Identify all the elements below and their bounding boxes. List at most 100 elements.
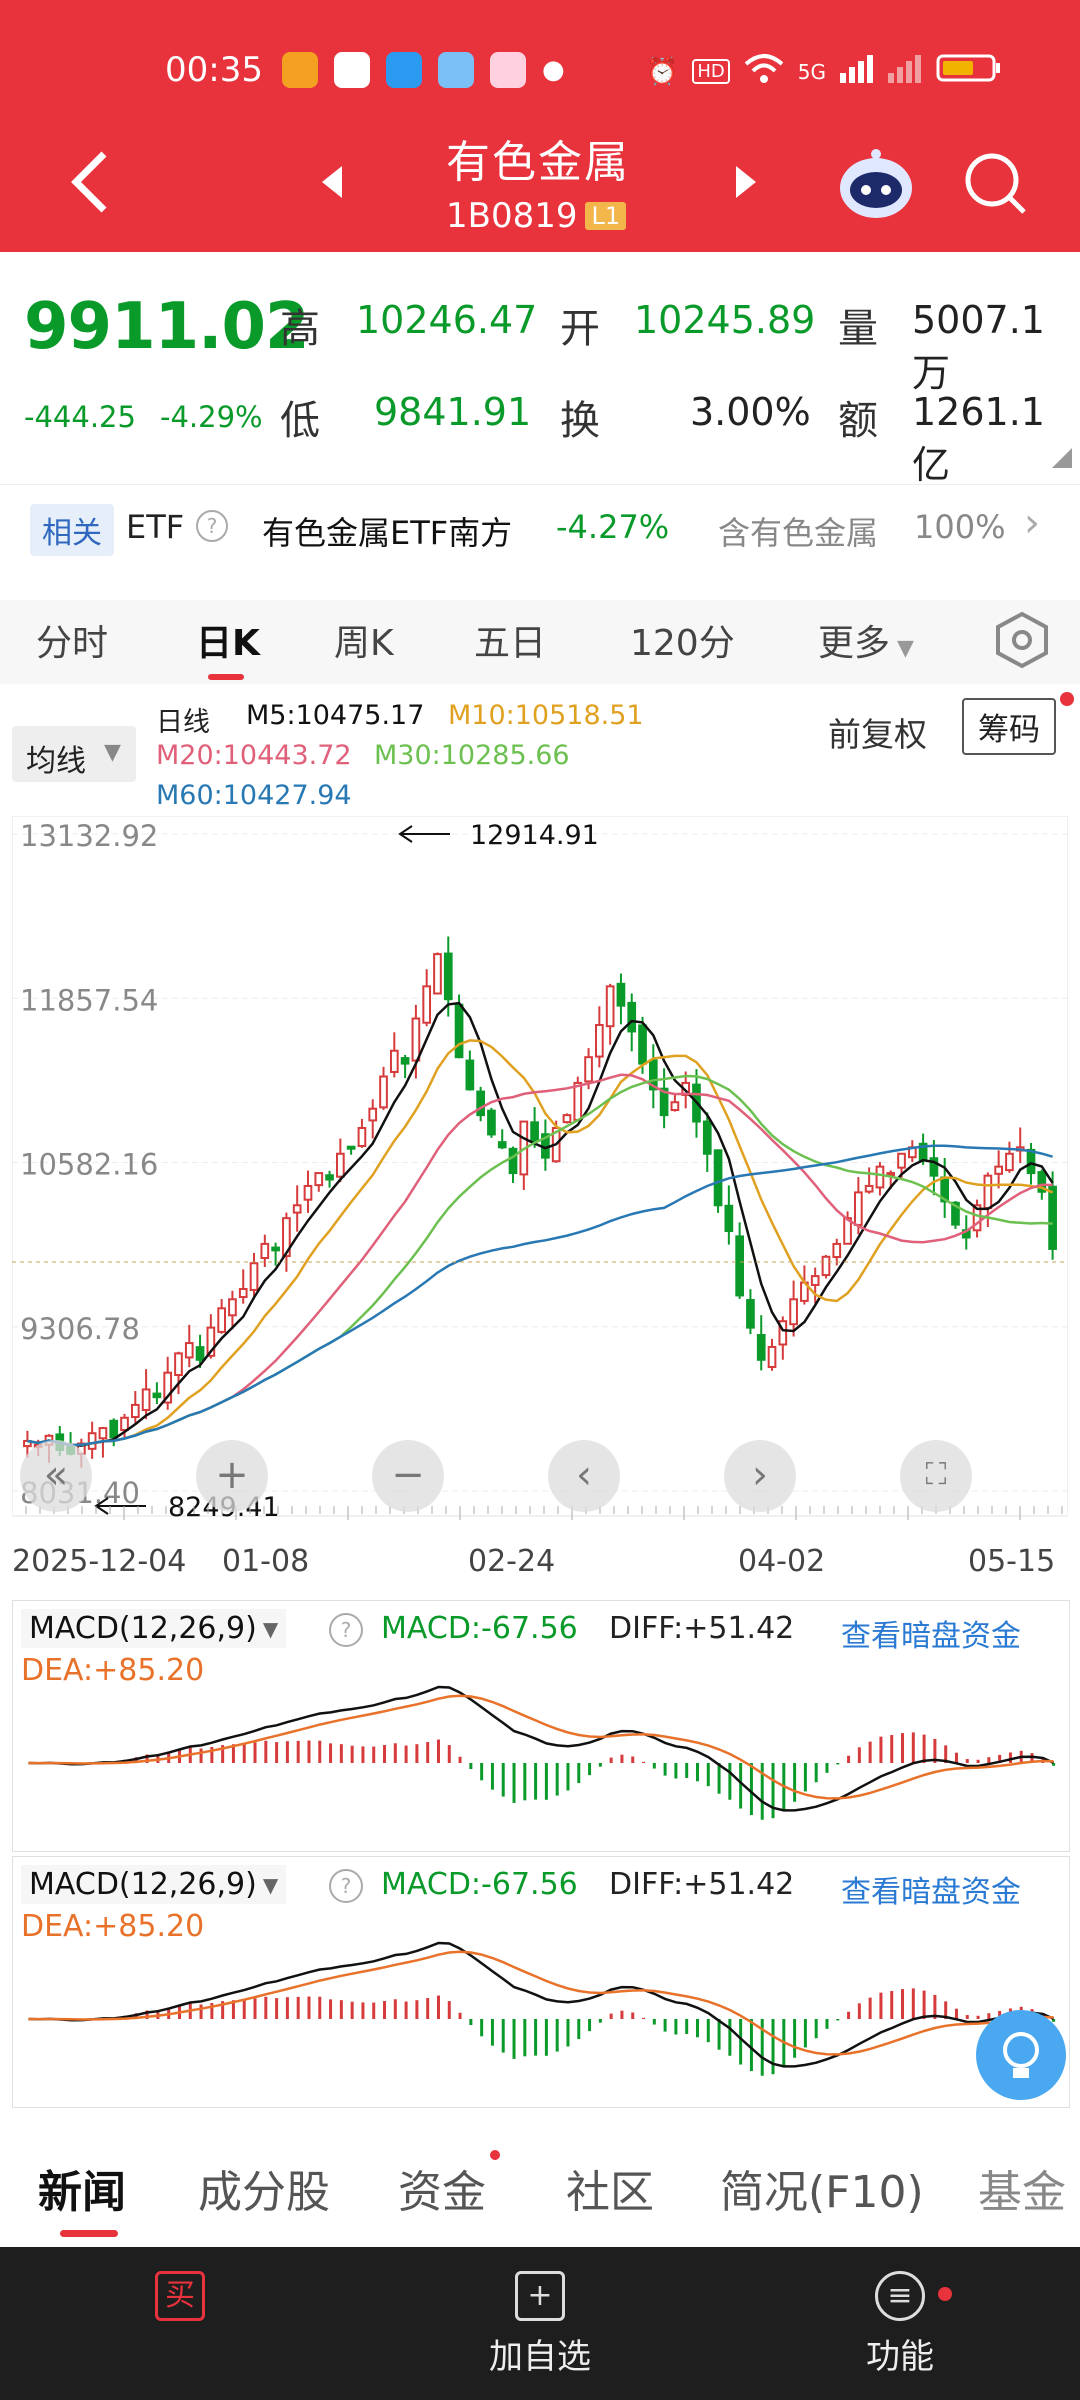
etf-type: ETF [126,508,185,546]
turnover-value: 3.00% [690,390,811,434]
help-icon[interactable]: ? [329,1613,363,1647]
game-app-icon [490,52,526,88]
candle-down [152,1392,162,1399]
candle-up [303,1184,313,1201]
next-stock-button[interactable] [732,164,760,204]
settings-hexagon-icon[interactable] [994,610,1050,674]
candle-up [789,1298,798,1326]
info-tabs: 新闻 成分股 资金 社区 简况(F10) 基金 [0,2120,1080,2240]
candle-up [994,1165,1003,1175]
macd-chart-2 [28,1941,1056,2076]
buy-button[interactable]: 买 [0,2247,360,2400]
candle-down [616,982,626,1007]
macd-value: MACD:-67.56 [381,1867,578,1902]
tab-funds-flow[interactable]: 资金 [398,2156,486,2220]
x-label-3: 02-24 [468,1544,556,1579]
candle-up [120,1416,129,1432]
candle-down [627,1001,637,1033]
help-icon[interactable]: ? [196,510,228,542]
prev-stock-button[interactable] [318,164,346,204]
search-icon[interactable] [960,148,1030,222]
candle-down [638,1024,647,1065]
tab-daily-k[interactable]: 日K [196,614,260,666]
candle-up [832,1242,842,1259]
add-watchlist-button[interactable]: + 加自选 [360,2247,720,2400]
tab-f10-profile[interactable]: 简况(F10) [720,2156,924,2220]
price-change-pct: -4.29% [160,400,263,434]
candle-up [98,1427,108,1440]
stock-code-row: 1B0819 L1 [446,196,627,236]
x-label-end: 05-15 [968,1544,1056,1579]
y-tick-label: 13132.92 [20,819,158,853]
y-tick-label: 9306.78 [20,1312,140,1346]
signal2-icon [888,53,922,90]
candle-down [465,1059,475,1091]
chips-button[interactable]: 筹码 [962,698,1056,755]
expand-corner-icon[interactable] [1052,448,1072,472]
scroll-left-button[interactable]: ‹ [548,1440,620,1512]
function-label: 功能 [866,2337,934,2377]
amount-value: 1261.1亿 [912,390,1045,487]
macd-panel-1[interactable]: MACD(12,26,9) ▼ ? MACD:-67.56 DIFF:+51.4… [12,1600,1070,1852]
candle-up [767,1345,777,1369]
candle-up [260,1242,270,1260]
candle-up [249,1262,259,1291]
current-price: 9911.02 [24,290,309,364]
ma10-value: M10:10518.51 [448,700,644,731]
macd-panel-2[interactable]: MACD(12,26,9) ▼ ? MACD:-67.56 DIFF:+51.4… [12,1856,1070,2108]
signal-icon [840,53,874,90]
tab-120min[interactable]: 120分 [630,614,735,666]
stock-code: 1B0819 [446,196,578,236]
wifi-icon [744,52,784,91]
collapse-left-button[interactable]: « [20,1440,92,1512]
dark-pool-link[interactable]: 查看暗盘资金 [841,1611,1021,1655]
back-button[interactable] [70,150,110,218]
candle-up [821,1255,831,1277]
zoom-in-button[interactable]: + [196,1440,268,1512]
candle-down [756,1334,766,1361]
tab-five-day[interactable]: 五日 [474,614,546,666]
tab-community[interactable]: 社区 [566,2156,654,2220]
x-label-start: 2025-12-04 [12,1544,187,1579]
dropdown-arrow-icon: ▼ [262,1616,279,1641]
system-icons: ⏰ HD 5G [646,52,1002,91]
dark-pool-link[interactable]: 查看暗盘资金 [841,1867,1021,1911]
macd-histogram [37,1988,1056,2076]
tab-fund[interactable]: 基金 [978,2156,1066,2220]
ma-dropdown[interactable]: 均线 ▼ [12,726,136,782]
candle-up [854,1191,863,1226]
add-watchlist-label: 加自选 [489,2337,591,2377]
tab-weekly-k[interactable]: 周K [334,614,394,666]
high-value: 10246.47 [356,298,538,342]
candle-up [605,985,615,1028]
tab-intraday[interactable]: 分时 [36,614,108,666]
assistant-robot-icon[interactable] [836,146,916,226]
candle-up [810,1275,820,1286]
macd-selector[interactable]: MACD(12,26,9) ▼ [21,1865,287,1904]
help-icon[interactable]: ? [329,1869,363,1903]
dropdown-arrow-icon: ▼ [890,636,914,661]
candle-up [595,1023,604,1058]
tab-more[interactable]: 更多 ▼ [818,614,914,666]
forward-adjust-label[interactable]: 前复权 [828,708,927,756]
etf-holding-label: 含有色金属 [718,514,879,552]
related-etf-row[interactable]: 相关 ETF ? 有色金属ETF南方 -4.27% 含有色金属 100% › [0,484,1080,580]
tab-components[interactable]: 成分股 [198,2156,330,2220]
candle-down [346,1145,356,1150]
buy-icon: 买 [155,2271,205,2321]
candle-down [508,1147,518,1175]
fullscreen-button[interactable]: ⛶ [900,1440,972,1512]
scroll-right-button[interactable]: › [724,1440,796,1512]
kline-chart[interactable]: 13132.9211857.5410582.169306.788031.40 1… [12,816,1068,1526]
candle-up [864,1184,874,1193]
zoom-out-button[interactable]: − [372,1440,444,1512]
lightbulb-tip-button[interactable] [976,2010,1066,2100]
active-tab-indicator [208,674,244,680]
macd-selector[interactable]: MACD(12,26,9) ▼ [21,1609,287,1648]
tab-news[interactable]: 新闻 [38,2156,126,2220]
taobao-app-icon [282,52,318,88]
diff-line [28,1941,1055,2068]
function-button[interactable]: ≡ 功能 [720,2247,1080,2400]
browser-app-icon [386,52,422,88]
candle-up [584,1056,593,1083]
